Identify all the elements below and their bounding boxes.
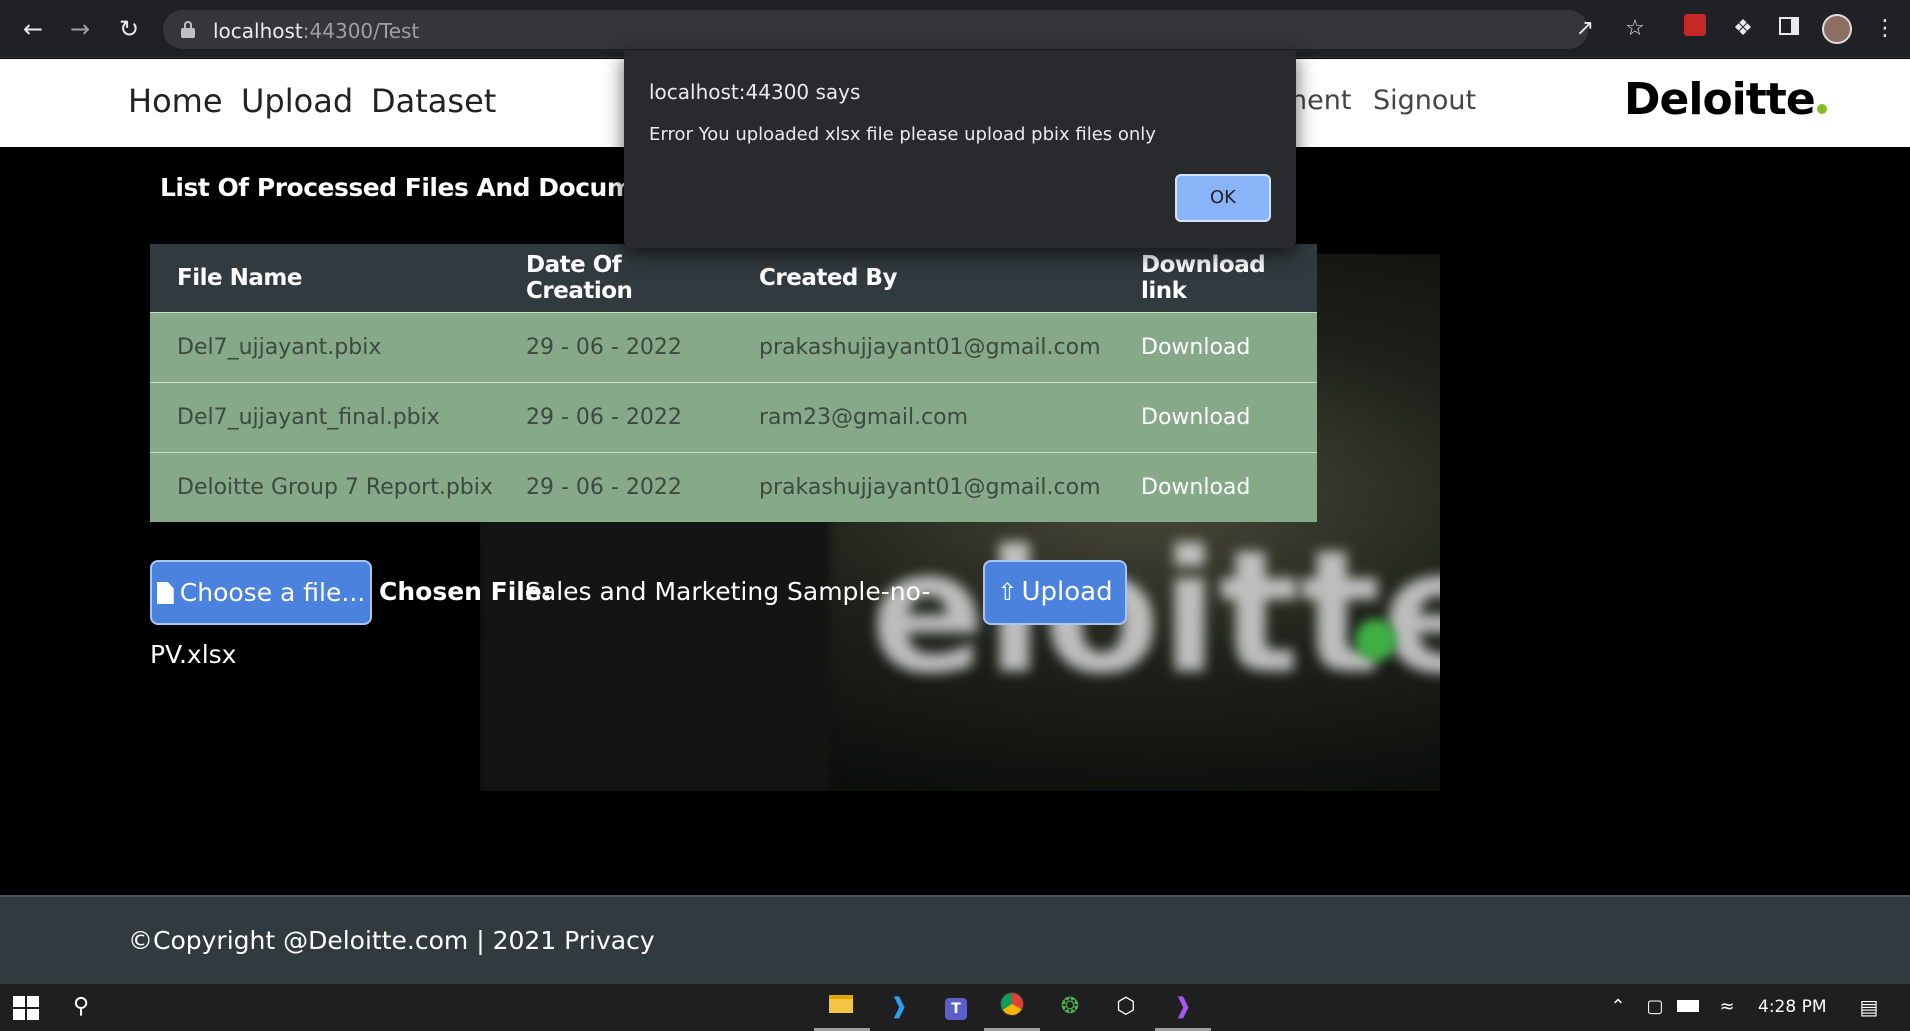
chrome-icon[interactable]	[997, 992, 1027, 1022]
file-name-cell: Deloitte Group 7 Report.pbix	[150, 451, 499, 522]
search-icon[interactable]: ⚲	[66, 992, 96, 1022]
browser-app-icon[interactable]: ❂	[1055, 992, 1085, 1022]
footer-copyright: ©Copyright @Deloitte.com | 2021 Privacy	[128, 926, 655, 955]
column-header-date: Date Of Creation	[499, 244, 732, 312]
forward-arrow-icon[interactable]: →	[63, 12, 97, 46]
battery-icon[interactable]	[1673, 992, 1703, 1022]
file-explorer-icon[interactable]	[826, 992, 856, 1022]
logo-green-dot	[1816, 104, 1827, 114]
column-header-created-by: Created By	[732, 244, 1114, 312]
clock-time[interactable]: 4:28 PM	[1758, 997, 1827, 1017]
chevron-up-icon[interactable]: ⌃	[1603, 992, 1633, 1022]
choose-file-button[interactable]: Choose a file...	[150, 560, 372, 625]
nav-management-partial[interactable]: nent	[1290, 85, 1351, 116]
processed-files-table: File Name Date Of Creation Created By Do…	[150, 244, 1317, 522]
address-bar[interactable]: localhost:44300/Test ↗	[163, 10, 1594, 49]
nav-dataset[interactable]: Dataset	[371, 82, 496, 120]
upload-label: Upload	[1021, 577, 1113, 607]
file-name-cell: Del7_ujjayant_final.pbix	[150, 381, 499, 452]
download-link[interactable]: Download	[1114, 451, 1317, 522]
chosen-file-name: Sales and Marketing Sample-no-	[525, 577, 931, 606]
device-icon[interactable]: ▢	[1640, 992, 1670, 1022]
download-link[interactable]: Download	[1114, 311, 1317, 382]
main-content: eloitte List Of Processed Files And Docu…	[0, 147, 1910, 895]
chosen-file-name-continued: PV.xlsx	[150, 640, 237, 669]
reload-icon[interactable]: ↻	[112, 12, 146, 46]
notification-icon[interactable]: ▤	[1854, 992, 1884, 1022]
url-text: localhost:44300/Test	[213, 19, 420, 43]
lock-icon	[181, 21, 195, 38]
side-panel-icon[interactable]	[1774, 14, 1804, 44]
date-cell: 29 - 06 - 2022	[499, 311, 732, 382]
deloitte-logo[interactable]: Deloitte	[1624, 74, 1827, 125]
alert-ok-button[interactable]: OK	[1175, 174, 1271, 222]
created-by-cell: prakashujjayant01@gmail.com	[732, 451, 1114, 522]
extensions-puzzle-icon[interactable]: ❖	[1728, 14, 1758, 44]
file-upload-icon	[156, 582, 174, 604]
table-row: Deloitte Group 7 Report.pbix 29 - 06 - 2…	[150, 451, 1317, 522]
table-row: Del7_ujjayant.pbix 29 - 06 - 2022 prakas…	[150, 311, 1317, 382]
bookmark-star-icon[interactable]: ☆	[1620, 14, 1650, 44]
profile-avatar[interactable]	[1822, 14, 1852, 44]
alert-title: localhost:44300 says	[649, 80, 861, 104]
vscode-icon[interactable]: ❱	[884, 992, 914, 1022]
extension-shield-icon[interactable]	[1680, 14, 1710, 44]
windows-start-icon[interactable]	[13, 996, 39, 1020]
choose-file-label: Choose a file...	[179, 578, 366, 607]
date-cell: 29 - 06 - 2022	[499, 451, 732, 522]
download-link[interactable]: Download	[1114, 381, 1317, 452]
created-by-cell: ram23@gmail.com	[732, 381, 1114, 452]
alert-message: Error You uploaded xlsx file please uplo…	[649, 124, 1156, 145]
nav-home[interactable]: Home	[128, 82, 223, 120]
share-icon[interactable]: ↗	[1570, 14, 1600, 44]
table-row: Del7_ujjayant_final.pbix 29 - 06 - 2022 …	[150, 381, 1317, 452]
wifi-icon[interactable]: ≈	[1712, 992, 1742, 1022]
alert-dialog: localhost:44300 says Error You uploaded …	[624, 50, 1296, 248]
site-footer: ©Copyright @Deloitte.com | 2021 Privacy	[0, 895, 1910, 984]
upload-icon: ⇧	[997, 578, 1018, 606]
back-arrow-icon[interactable]: ←	[16, 12, 50, 46]
created-by-cell: prakashujjayant01@gmail.com	[732, 311, 1114, 382]
nav-signout[interactable]: Signout	[1373, 85, 1476, 116]
more-menu-icon[interactable]: ⋮	[1870, 14, 1900, 44]
windows-taskbar: ⚲ ❱ T ❂ ⬡ ❱ ⌃ ▢ ≈ 4:28 PM ▤	[0, 984, 1910, 1031]
visual-studio-icon[interactable]: ❱	[1168, 992, 1198, 1022]
package-box-icon[interactable]: ⬡	[1111, 992, 1141, 1022]
column-header-file-name: File Name	[150, 244, 499, 312]
nav-upload[interactable]: Upload	[241, 82, 353, 120]
column-header-download: Download link	[1114, 244, 1317, 312]
file-name-cell: Del7_ujjayant.pbix	[150, 311, 499, 382]
teams-icon[interactable]: T	[941, 992, 971, 1022]
date-cell: 29 - 06 - 2022	[499, 381, 732, 452]
upload-button[interactable]: ⇧ Upload	[983, 560, 1127, 625]
